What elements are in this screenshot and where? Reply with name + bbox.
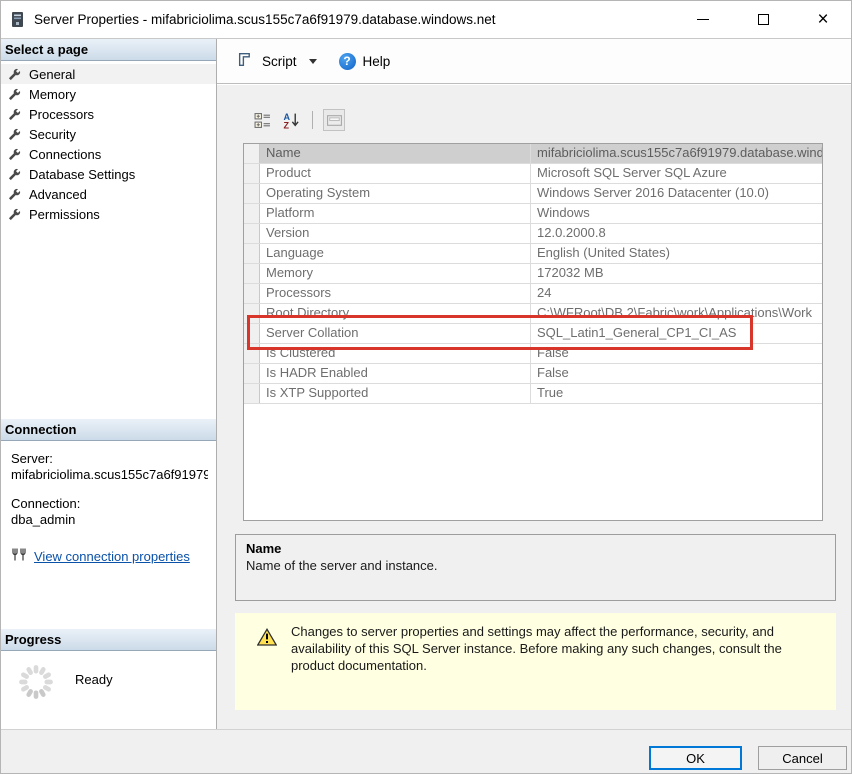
- general-page-content: A Z Name mifabriciolima.scus155c7a6f9197…: [217, 85, 852, 729]
- sidebar-item-label: Security: [29, 127, 76, 142]
- wrench-icon: [8, 208, 21, 221]
- alphabetical-sort-icon[interactable]: A Z: [280, 109, 302, 131]
- property-row-root-directory[interactable]: Root Directory C:\WFRoot\DB.2\Fabric\wor…: [244, 304, 822, 324]
- wrench-icon: [8, 168, 21, 181]
- minimize-icon: [697, 19, 709, 20]
- connection-value: dba_admin: [11, 512, 208, 528]
- view-connection-properties-link[interactable]: View connection properties: [34, 549, 190, 564]
- progress-status: Ready: [75, 672, 113, 687]
- property-row-version[interactable]: Version 12.0.2000.8: [244, 224, 822, 244]
- window-title: Server Properties - mifabriciolima.scus1…: [34, 12, 496, 27]
- property-row-processors[interactable]: Processors 24: [244, 284, 822, 304]
- page-list: General Memory Processors Security Conne…: [1, 64, 216, 224]
- property-row-is-hadr-enabled[interactable]: Is HADR Enabled False: [244, 364, 822, 384]
- property-row-name[interactable]: Name mifabriciolima.scus155c7a6f91979.da…: [244, 144, 822, 164]
- property-description-box: Name Name of the server and instance.: [235, 534, 836, 601]
- select-a-page-header: Select a page: [1, 39, 216, 61]
- sidebar-item-memory[interactable]: Memory: [1, 84, 216, 104]
- sidebar-item-label: Memory: [29, 87, 76, 102]
- progress-header: Progress: [1, 629, 216, 651]
- sidebar-item-label: Database Settings: [29, 167, 135, 182]
- sidebar-item-label: Advanced: [29, 187, 87, 202]
- server-value: mifabriciolima.scus155c7a6f91979.: [11, 467, 208, 483]
- plug-icon: [11, 548, 27, 564]
- warning-box: Changes to server properties and setting…: [235, 613, 836, 710]
- property-row-operating-system[interactable]: Operating System Windows Server 2016 Dat…: [244, 184, 822, 204]
- property-row-is-xtp-supported[interactable]: Is XTP Supported True: [244, 384, 822, 404]
- help-button[interactable]: ? Help: [339, 53, 391, 70]
- property-row-is-clustered[interactable]: Is Clustered False: [244, 344, 822, 364]
- property-row-server-collation[interactable]: Server Collation SQL_Latin1_General_CP1_…: [244, 324, 822, 344]
- script-button[interactable]: Script: [237, 51, 297, 71]
- property-grid-toolbar: A Z: [251, 109, 345, 131]
- sidebar-item-security[interactable]: Security: [1, 124, 216, 144]
- spinner-icon: [17, 663, 55, 706]
- description-text: Name of the server and instance.: [246, 558, 825, 573]
- property-row-product[interactable]: Product Microsoft SQL Server SQL Azure: [244, 164, 822, 184]
- wrench-icon: [8, 128, 21, 141]
- sidebar-item-database-settings[interactable]: Database Settings: [1, 164, 216, 184]
- wrench-icon: [8, 108, 21, 121]
- footer-bar: OK Cancel: [1, 729, 852, 774]
- sidebar-item-permissions[interactable]: Permissions: [1, 204, 216, 224]
- description-title: Name: [246, 541, 825, 556]
- help-question-icon: ?: [339, 53, 356, 70]
- ok-button[interactable]: OK: [649, 746, 742, 770]
- warning-text: Changes to server properties and setting…: [291, 623, 821, 674]
- maximize-button[interactable]: [733, 1, 793, 38]
- main-panel: Script ? Help: [217, 39, 852, 729]
- toolbar-separator: [312, 111, 313, 129]
- progress-section: Ready: [1, 651, 216, 706]
- wrench-icon: [8, 148, 21, 161]
- sidebar: Select a page General Memory Processors …: [1, 39, 217, 729]
- connection-label: Connection:: [11, 496, 208, 512]
- property-row-language[interactable]: Language English (United States): [244, 244, 822, 264]
- categorized-icon[interactable]: [251, 109, 273, 131]
- help-label: Help: [363, 54, 391, 69]
- warning-triangle-icon: [257, 628, 277, 651]
- sidebar-item-label: Connections: [29, 147, 101, 162]
- connection-info: Server: mifabriciolima.scus155c7a6f91979…: [1, 441, 216, 564]
- wrench-icon: [8, 188, 21, 201]
- script-label: Script: [262, 54, 297, 69]
- sidebar-item-label: Processors: [29, 107, 94, 122]
- minimize-button[interactable]: [673, 1, 733, 38]
- property-grid: Name mifabriciolima.scus155c7a6f91979.da…: [243, 143, 823, 521]
- server-label: Server:: [11, 451, 208, 467]
- server-properties-dialog: Server Properties - mifabriciolima.scus1…: [0, 0, 852, 774]
- sidebar-item-label: Permissions: [29, 207, 100, 222]
- sidebar-item-general[interactable]: General: [1, 64, 216, 84]
- cancel-button[interactable]: Cancel: [758, 746, 847, 770]
- wrench-icon: [8, 88, 21, 101]
- sidebar-item-label: General: [29, 67, 75, 82]
- command-toolbar: Script ? Help: [217, 39, 852, 84]
- property-pages-icon: [323, 109, 345, 131]
- sidebar-item-advanced[interactable]: Advanced: [1, 184, 216, 204]
- property-row-platform[interactable]: Platform Windows: [244, 204, 822, 224]
- close-icon: ×: [817, 10, 828, 29]
- property-row-memory[interactable]: Memory 172032 MB: [244, 264, 822, 284]
- svg-text:Z: Z: [283, 120, 289, 129]
- sidebar-item-connections[interactable]: Connections: [1, 144, 216, 164]
- script-icon: [237, 51, 254, 71]
- sidebar-item-processors[interactable]: Processors: [1, 104, 216, 124]
- connection-header: Connection: [1, 419, 216, 441]
- close-button[interactable]: ×: [793, 1, 852, 38]
- chevron-down-icon[interactable]: [309, 59, 317, 64]
- maximize-icon: [758, 14, 769, 25]
- wrench-icon: [8, 68, 21, 81]
- server-icon: [11, 11, 25, 29]
- title-bar: Server Properties - mifabriciolima.scus1…: [1, 1, 852, 39]
